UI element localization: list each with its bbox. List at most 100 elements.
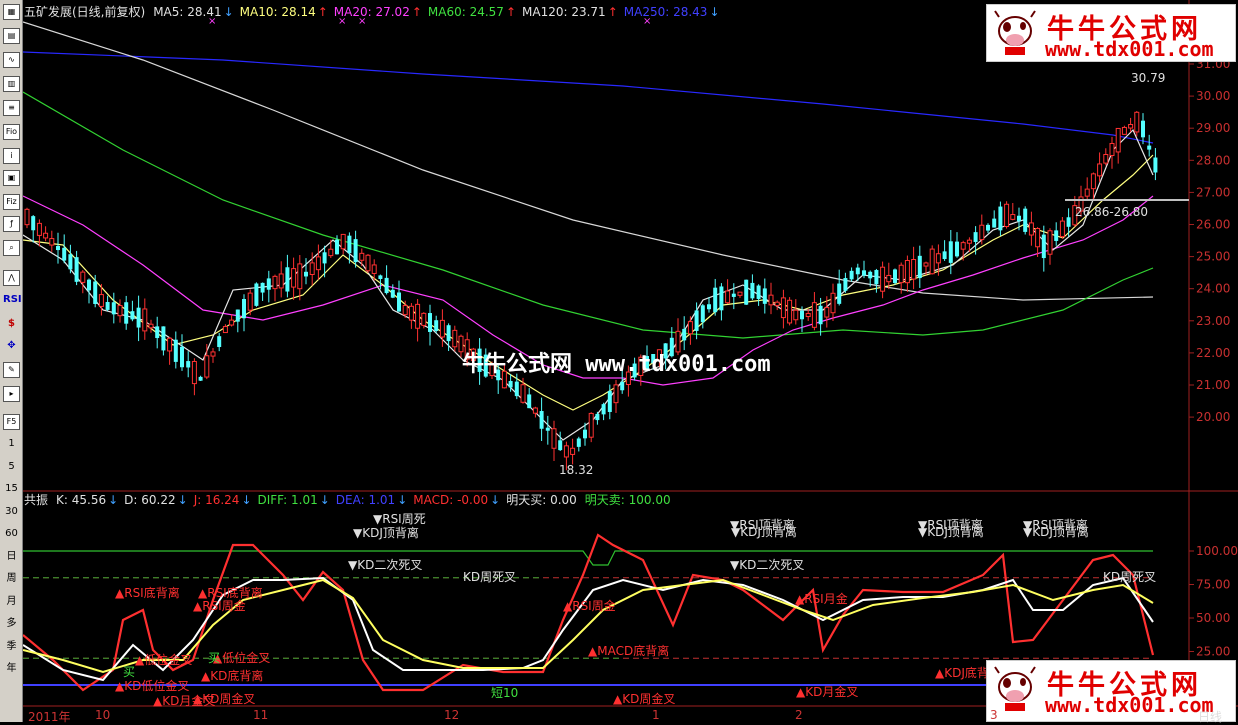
candle-down — [397, 292, 401, 312]
arrow-down-icon: ↓ — [319, 493, 330, 507]
price-tick-label: 21.00 — [1196, 378, 1230, 392]
candle-chart-icon[interactable]: ▥ — [3, 76, 20, 92]
table-icon[interactable]: ▤ — [3, 28, 20, 44]
chart-grid-icon[interactable]: ▦ — [3, 4, 20, 20]
period-button-5[interactable]: 5 — [3, 459, 20, 475]
period-button-60[interactable]: 60 — [3, 526, 20, 542]
candle-down — [161, 326, 166, 351]
arrow-up-icon: ↑ — [505, 5, 516, 19]
candle-down — [235, 309, 240, 322]
candle-down — [601, 404, 606, 415]
period-button-15[interactable]: 15 — [3, 481, 20, 497]
candle-up — [725, 290, 731, 304]
candle-down — [986, 224, 990, 231]
watermark-logo-top: 牛牛公式网 www.tdx001.com — [986, 4, 1236, 62]
bearish-signal-label: ▼KD二次死叉 — [348, 558, 422, 572]
price-tick-label: 26.00 — [1196, 218, 1230, 232]
ma-legend-item: MA120: 23.71 — [522, 5, 606, 19]
dollar-icon[interactable]: $ — [3, 316, 20, 332]
candle-down — [1141, 120, 1145, 138]
candle-down — [1066, 217, 1071, 227]
period-button-年[interactable]: 年 — [3, 661, 20, 677]
candle-up — [1109, 142, 1115, 157]
candle-up — [142, 308, 148, 332]
main-chart-legend: 五矿发展(日线,前复权) MA5: 28.41 ↓ MA10: 28.14 ↑ MA20:… — [24, 5, 726, 19]
right-arrow-icon[interactable]: ▸ — [3, 386, 20, 402]
candle-down — [700, 305, 705, 323]
candle-up — [613, 384, 619, 404]
move-icon[interactable]: ✥ — [3, 338, 20, 354]
bullish-signal-label: ▲KD底背离 — [201, 668, 263, 683]
price-tick-label: 27.00 — [1196, 185, 1230, 199]
period-button-1[interactable]: 1 — [3, 436, 20, 452]
candle-down — [186, 361, 191, 368]
candle-down — [87, 279, 91, 291]
period-button-日[interactable]: 日 — [3, 549, 20, 565]
candle-up — [886, 274, 892, 283]
candle-up — [923, 262, 929, 267]
formula-icon[interactable]: ƒ — [3, 216, 20, 232]
rsi-button[interactable]: RSI — [3, 292, 22, 308]
ma-legend-item: MA60: 24.57 — [427, 5, 504, 19]
info-icon[interactable]: i — [3, 148, 20, 164]
candle-up — [774, 301, 780, 307]
candle-down — [800, 310, 804, 320]
indicator-tick-label: 75.00 — [1196, 578, 1230, 592]
candle-up — [824, 307, 830, 318]
candle-up — [787, 299, 793, 324]
line-chart-icon[interactable]: ∿ — [3, 52, 20, 68]
candle-up — [768, 294, 774, 306]
candle-up — [309, 262, 315, 276]
period-button-月[interactable]: 月 — [3, 594, 20, 610]
zoom-icon[interactable]: ⌕ — [3, 240, 20, 256]
brand-url: www.tdx001.com — [1045, 37, 1214, 61]
ma-legend-item: MA10: 28.14 — [239, 5, 316, 19]
candle-down — [527, 394, 532, 409]
arrow-down-icon: ↓ — [108, 493, 119, 507]
candle-down — [446, 325, 451, 342]
candle-down — [105, 302, 110, 310]
candle-down — [855, 267, 860, 275]
candle-up — [979, 224, 985, 241]
candle-down — [173, 339, 178, 362]
candle-up — [421, 312, 427, 326]
bullish-signal-label: ▲低位金叉 — [213, 650, 270, 665]
price-tick-label: 28.00 — [1196, 153, 1230, 167]
indicator-tick-label: 25.00 — [1196, 645, 1230, 659]
period-button-周[interactable]: 周 — [3, 571, 20, 587]
candle-up — [520, 384, 526, 403]
candle-up — [167, 337, 173, 352]
indicator-icon[interactable]: ⋀ — [3, 270, 20, 286]
period-button-30[interactable]: 30 — [3, 504, 20, 520]
calendar-icon[interactable]: ▣ — [3, 170, 20, 186]
candle-up — [80, 271, 86, 283]
buy-signal-label: 买 — [123, 665, 135, 679]
period-button-季[interactable]: 季 — [3, 639, 20, 655]
candle-down — [353, 239, 358, 263]
candle-up — [148, 323, 154, 329]
indicator-legend-item: DEA: 1.01 — [335, 493, 396, 507]
candle-down — [1054, 230, 1059, 241]
candle-up — [1059, 220, 1065, 238]
candle-down — [948, 241, 953, 263]
price-tick-label: 25.00 — [1196, 250, 1230, 264]
candle-down — [843, 278, 848, 291]
f5-button[interactable]: F5 — [3, 414, 20, 430]
candle-down — [862, 270, 866, 276]
price-tick-label: 23.00 — [1196, 314, 1230, 328]
candle-down — [756, 285, 761, 299]
fio-icon[interactable]: Fio — [3, 124, 20, 140]
range-label: 26.86-26.80 — [1075, 205, 1148, 219]
candle-down — [514, 381, 519, 397]
bullish-signal-label: ▲RSI周金 — [563, 598, 616, 613]
period-button-多[interactable]: 多 — [3, 616, 20, 632]
bearish-signal-label: ▼RSI周死 — [373, 512, 426, 526]
candle-up — [408, 305, 414, 321]
candle-up — [365, 254, 371, 272]
list-icon[interactable]: ≡ — [3, 100, 20, 116]
edit-icon[interactable]: ✎ — [3, 362, 20, 378]
candle-up — [222, 326, 228, 334]
candle-up — [328, 248, 334, 257]
bearish-signal-label: ▼KDJ顶背离 — [353, 525, 419, 540]
fiz-icon[interactable]: Fiz — [3, 194, 20, 210]
